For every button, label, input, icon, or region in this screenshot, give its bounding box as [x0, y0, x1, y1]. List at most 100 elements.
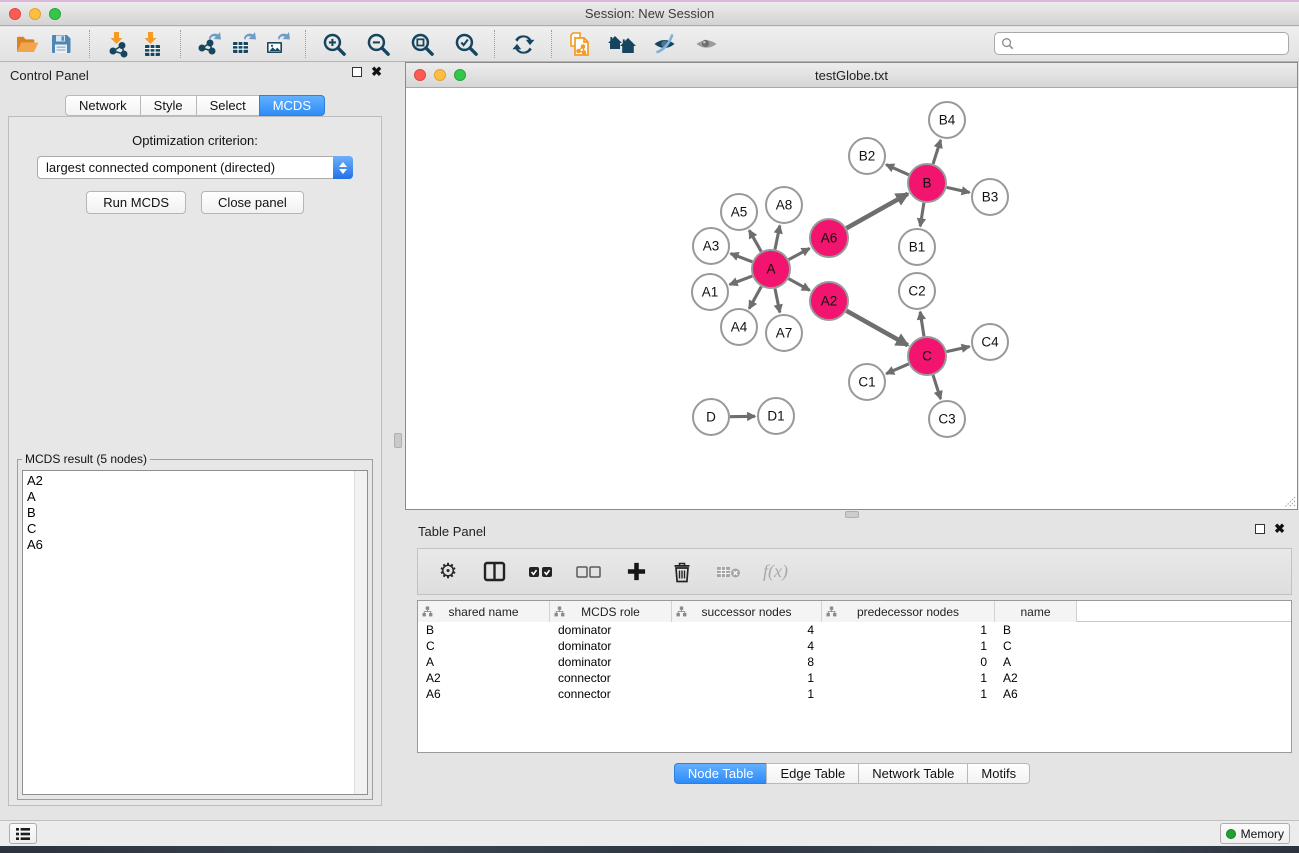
- zoom-in-button[interactable]: [317, 29, 351, 59]
- graph-edge-C-C2[interactable]: [920, 312, 924, 336]
- result-item[interactable]: B: [27, 505, 367, 521]
- network-graph[interactable]: B4B2BB3A8A5A6A3B1AC2A1A2A4A7C4CC1DD1C3: [406, 89, 1297, 509]
- result-scrollbar[interactable]: [354, 471, 367, 794]
- column-view-button[interactable]: [482, 557, 506, 587]
- delete-table-button[interactable]: [716, 557, 741, 587]
- column-header-name[interactable]: name: [995, 601, 1077, 622]
- graph-node-A5[interactable]: A5: [721, 194, 757, 230]
- graph-edge-C-C4[interactable]: [947, 347, 970, 352]
- search-input[interactable]: [1018, 37, 1282, 51]
- run-mcds-button[interactable]: Run MCDS: [86, 191, 186, 214]
- float-panel-icon[interactable]: [352, 67, 362, 77]
- table-row[interactable]: A2connector11A2: [418, 670, 1291, 686]
- table-row[interactable]: A6connector11A6: [418, 686, 1291, 702]
- select-all-columns-button[interactable]: [528, 557, 554, 587]
- criterion-dropdown[interactable]: largest connected component (directed): [37, 156, 353, 179]
- graph-node-A8[interactable]: A8: [766, 187, 802, 223]
- graph-node-C3[interactable]: C3: [929, 401, 965, 437]
- create-column-button[interactable]: [624, 557, 648, 587]
- tab-style[interactable]: Style: [140, 95, 196, 116]
- graph-edge-B-B2[interactable]: [886, 165, 909, 175]
- graph-edge-A6-B[interactable]: [846, 194, 907, 228]
- function-builder-button[interactable]: f(x): [763, 557, 788, 587]
- close-table-panel-icon[interactable]: ✖: [1274, 524, 1285, 534]
- graph-edge-A-A7[interactable]: [775, 289, 780, 313]
- graph-node-B2[interactable]: B2: [849, 138, 885, 174]
- close-panel-icon[interactable]: ✖: [371, 67, 382, 77]
- vertical-split-handle[interactable]: [394, 433, 402, 448]
- graph-edge-B-B4[interactable]: [933, 140, 941, 164]
- open-session-button[interactable]: [10, 29, 44, 59]
- result-item[interactable]: A: [27, 489, 367, 505]
- graph-edge-A2-C[interactable]: [846, 311, 907, 345]
- graph-node-B4[interactable]: B4: [929, 102, 965, 138]
- deselect-all-columns-button[interactable]: [576, 557, 602, 587]
- tab-edge-table[interactable]: Edge Table: [766, 763, 858, 784]
- graph-edge-A-A3[interactable]: [731, 254, 753, 262]
- column-header-shared-name[interactable]: shared name: [418, 601, 550, 622]
- export-network-button[interactable]: [192, 29, 226, 59]
- home-button[interactable]: [605, 29, 639, 59]
- zoom-out-button[interactable]: [361, 29, 395, 59]
- graph-node-A3[interactable]: A3: [693, 228, 729, 264]
- graph-edge-A-A4[interactable]: [749, 287, 761, 309]
- zoom-fit-button[interactable]: [405, 29, 439, 59]
- graph-node-A4[interactable]: A4: [721, 309, 757, 345]
- result-item[interactable]: A6: [27, 537, 367, 553]
- graph-node-C1[interactable]: C1: [849, 364, 885, 400]
- network-canvas[interactable]: B4B2BB3A8A5A6A3B1AC2A1A2A4A7C4CC1DD1C3: [406, 89, 1297, 509]
- table-row[interactable]: Bdominator41B: [418, 622, 1291, 638]
- tab-select[interactable]: Select: [196, 95, 259, 116]
- graph-edge-B-B1[interactable]: [920, 203, 924, 226]
- graph-edge-B-B3[interactable]: [947, 187, 970, 192]
- graph-node-D[interactable]: D: [693, 399, 729, 435]
- close-panel-button[interactable]: Close panel: [201, 191, 304, 214]
- graph-node-B1[interactable]: B1: [899, 229, 935, 265]
- tab-network-table[interactable]: Network Table: [858, 763, 967, 784]
- hide-selected-button[interactable]: [647, 29, 681, 59]
- graph-node-A6[interactable]: A6: [810, 219, 848, 257]
- refresh-button[interactable]: [506, 29, 540, 59]
- graph-edge-A-A1[interactable]: [730, 276, 753, 285]
- graph-edge-A-A2[interactable]: [789, 279, 810, 291]
- tab-motifs[interactable]: Motifs: [967, 763, 1030, 784]
- result-item[interactable]: A2: [27, 473, 367, 489]
- graph-node-B[interactable]: B: [908, 164, 946, 202]
- show-selected-button[interactable]: [689, 29, 723, 59]
- tab-network[interactable]: Network: [65, 95, 140, 116]
- export-image-button[interactable]: [260, 29, 294, 59]
- tab-node-table[interactable]: Node Table: [674, 763, 767, 784]
- graph-edge-A-A8[interactable]: [775, 226, 780, 250]
- zoom-selected-button[interactable]: [449, 29, 483, 59]
- tab-mcds[interactable]: MCDS: [259, 95, 325, 116]
- column-header-MCDS-role[interactable]: MCDS role: [550, 601, 672, 622]
- horizontal-split-handle[interactable]: [845, 511, 859, 518]
- graph-node-A1[interactable]: A1: [692, 274, 728, 310]
- save-session-button[interactable]: [44, 29, 78, 59]
- graph-edge-C-C1[interactable]: [886, 364, 908, 374]
- graph-node-C[interactable]: C: [908, 337, 946, 375]
- graph-node-D1[interactable]: D1: [758, 398, 794, 434]
- export-table-button[interactable]: [226, 29, 260, 59]
- memory-button[interactable]: Memory: [1220, 823, 1290, 844]
- import-network-button[interactable]: [101, 29, 135, 59]
- network-from-selection-button[interactable]: [563, 29, 597, 59]
- graph-node-C2[interactable]: C2: [899, 273, 935, 309]
- graph-edge-A-A5[interactable]: [749, 230, 761, 251]
- result-item[interactable]: C: [27, 521, 367, 537]
- table-row[interactable]: Cdominator41C: [418, 638, 1291, 654]
- graph-node-A[interactable]: A: [752, 250, 790, 288]
- graph-node-A7[interactable]: A7: [766, 315, 802, 351]
- graph-edge-C-C3[interactable]: [933, 375, 941, 399]
- table-settings-button[interactable]: ⚙: [436, 557, 460, 587]
- delete-column-button[interactable]: [670, 557, 694, 587]
- mcds-result-list[interactable]: A2ABCA6: [22, 470, 368, 795]
- search-field[interactable]: [994, 32, 1289, 55]
- task-history-button[interactable]: [9, 823, 37, 844]
- import-table-button[interactable]: [135, 29, 169, 59]
- column-header-predecessor-nodes[interactable]: predecessor nodes: [822, 601, 995, 622]
- float-table-panel-icon[interactable]: [1255, 524, 1265, 534]
- graph-node-C4[interactable]: C4: [972, 324, 1008, 360]
- graph-edge-A-A6[interactable]: [789, 248, 810, 259]
- resize-grip-icon[interactable]: [1282, 494, 1296, 508]
